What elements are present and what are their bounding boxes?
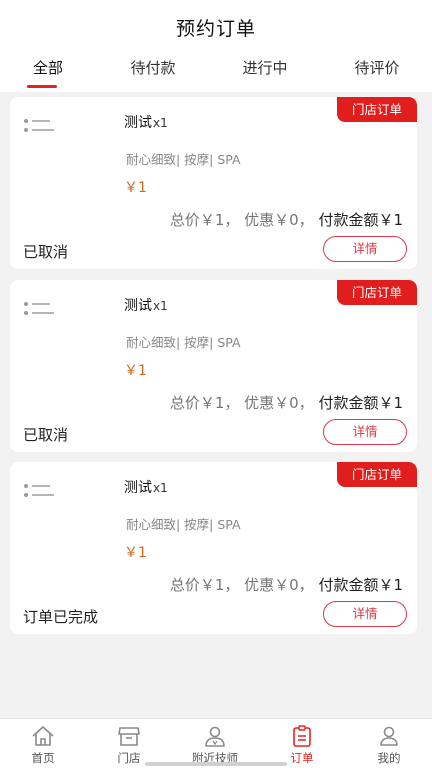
order-status: 订单已完成 (23, 608, 99, 626)
tab-all[interactable]: 全部 (0, 52, 102, 92)
service-thumbnail (24, 476, 118, 516)
tabbar-item-store[interactable]: 门店 (86, 719, 172, 768)
profile-icon (380, 726, 398, 746)
order-summary: 总价￥1， 优惠￥0， 付款金额￥1 (170, 574, 403, 595)
details-button[interactable]: 详情 (323, 236, 407, 262)
service-quantity: x1 (153, 299, 168, 313)
header: 预约订单 全部 待付款 进行中 待评价 (0, 0, 432, 92)
store-order-badge: 门店订单 (337, 462, 417, 487)
order-icon (293, 725, 311, 747)
service-quantity: x1 (153, 481, 168, 495)
order-summary: 总价￥1， 优惠￥0， 付款金额￥1 (170, 209, 403, 230)
tab-pending-review[interactable]: 待评价 (323, 52, 431, 92)
details-button[interactable]: 详情 (323, 419, 407, 445)
store-order-badge: 门店订单 (337, 97, 417, 122)
tab-label: 待评价 (354, 59, 400, 77)
order-card[interactable]: 门店订单 测试x1 耐心细致| 按摩| SPA ￥1 总价￥1， 优惠￥0， 付… (10, 280, 417, 452)
order-summary: 总价￥1， 优惠￥0， 付款金额￥1 (170, 392, 403, 413)
store-order-badge: 门店订单 (337, 280, 417, 305)
tabbar-item-home[interactable]: 首页 (0, 719, 86, 768)
tab-label: 进行中 (242, 59, 288, 77)
tabbar-item-orders[interactable]: 订单 (259, 719, 345, 768)
tab-label: 全部 (32, 59, 63, 77)
details-button[interactable]: 详情 (323, 601, 407, 627)
service-tags: 耐心细致| 按摩| SPA (126, 152, 241, 167)
order-filter-tabs: 全部 待付款 进行中 待评价 (0, 52, 432, 92)
service-name: 测试x1 (124, 295, 168, 315)
summary-totals: 总价￥1， 优惠￥0， (169, 576, 319, 594)
service-price: ￥1 (124, 363, 147, 379)
service-tags: 耐心细致| 按摩| SPA (126, 335, 241, 350)
service-price: ￥1 (124, 545, 147, 561)
tabbar-label: 我的 (377, 751, 401, 765)
tabbar-item-profile[interactable]: 我的 (346, 719, 432, 768)
service-quantity: x1 (153, 116, 168, 130)
service-thumbnail (24, 294, 118, 334)
service-price: ￥1 (124, 180, 147, 196)
tab-pending-payment[interactable]: 待付款 (99, 52, 207, 92)
service-name-text: 测试 (124, 115, 152, 131)
order-status: 已取消 (23, 243, 69, 261)
summary-totals: 总价￥1， 优惠￥0， (169, 394, 319, 412)
summary-totals: 总价￥1， 优惠￥0， (169, 211, 319, 229)
home-indicator (145, 762, 287, 766)
tab-label: 待付款 (130, 59, 176, 77)
summary-paid-amount: 付款金额￥1 (318, 211, 403, 229)
summary-paid-amount: 付款金额￥1 (318, 394, 403, 412)
service-name-text: 测试 (124, 298, 152, 314)
service-name: 测试x1 (124, 112, 168, 132)
tab-in-progress[interactable]: 进行中 (211, 52, 319, 92)
page-title: 预约订单 (175, 18, 256, 40)
home-icon (32, 726, 54, 746)
order-card[interactable]: 门店订单 测试x1 耐心细致| 按摩| SPA ￥1 总价￥1， 优惠￥0， 付… (10, 462, 417, 634)
service-thumbnail (24, 111, 118, 151)
service-name-text: 测试 (124, 480, 152, 496)
bottom-tab-bar: 首页 门店 附近技师 订单 我的 (0, 718, 432, 768)
technician-icon (205, 726, 225, 747)
order-status: 已取消 (23, 426, 69, 444)
service-tags: 耐心细致| 按摩| SPA (126, 517, 241, 532)
summary-paid-amount: 付款金额￥1 (318, 576, 403, 594)
store-icon (118, 727, 140, 746)
active-tab-underline (27, 85, 57, 88)
service-name: 测试x1 (124, 477, 168, 497)
tabbar-label: 首页 (31, 751, 55, 765)
order-card[interactable]: 门店订单 测试x1 耐心细致| 按摩| SPA ￥1 总价￥1， 优惠￥0， 付… (10, 97, 417, 269)
tabbar-item-nearby-technicians[interactable]: 附近技师 (172, 719, 258, 768)
